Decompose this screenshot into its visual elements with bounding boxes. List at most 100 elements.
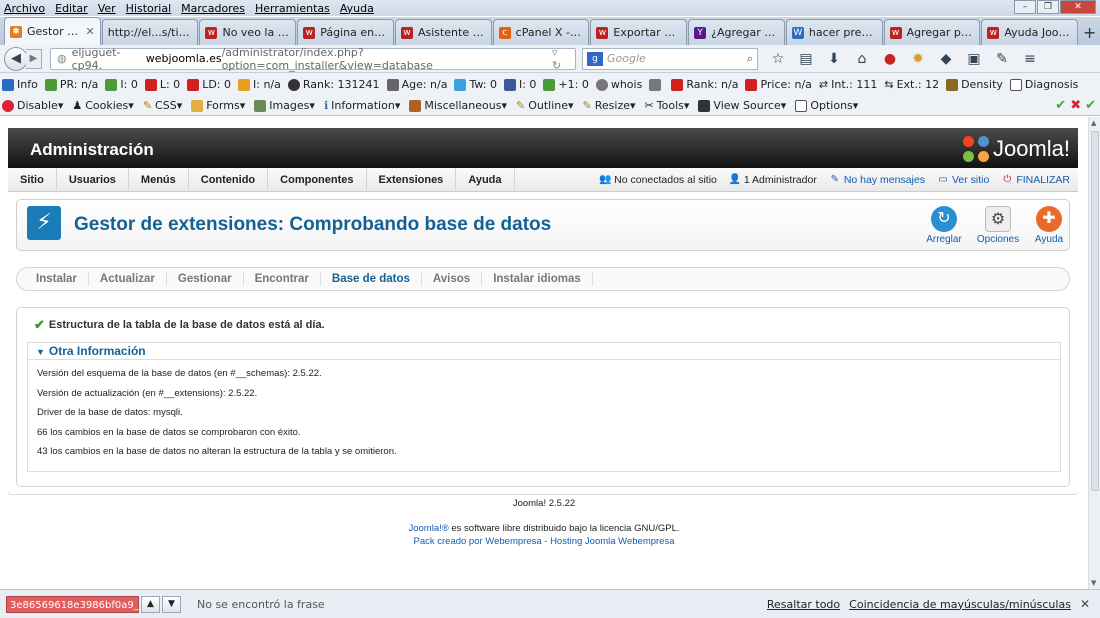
tab-4[interactable]: w Asistente Virt... bbox=[394, 19, 492, 45]
menu-icon[interactable]: ≡ bbox=[1018, 51, 1042, 67]
search-box[interactable]: g Google ⌕ bbox=[582, 47, 758, 70]
minimize-icon[interactable]: – bbox=[1014, 0, 1036, 14]
admin-menu-usuarios[interactable]: Usuarios bbox=[57, 167, 129, 192]
fix-button[interactable]: ↻ Arreglar bbox=[920, 206, 968, 245]
subtab-encontrar[interactable]: Encontrar bbox=[244, 272, 321, 286]
warning-check-icon[interactable]: ✔ bbox=[1085, 98, 1096, 113]
tab-3[interactable]: w Página en bl... bbox=[297, 19, 394, 45]
admin-menu-contenido[interactable]: Contenido bbox=[189, 167, 269, 192]
menu-archivo[interactable]: Archivo bbox=[4, 2, 45, 15]
wd-information[interactable]: ℹ Information ▾ bbox=[324, 99, 400, 112]
bookmarks-icon[interactable]: ▤ bbox=[794, 51, 818, 67]
evernote-icon[interactable]: ▣ bbox=[962, 51, 986, 67]
maximize-icon[interactable]: ❐ bbox=[1037, 0, 1059, 14]
match-case-button[interactable]: Coincidencia de mayúsculas/minúsculas bbox=[849, 598, 1071, 611]
admin-menu-extensiones[interactable]: Extensiones bbox=[367, 167, 457, 192]
wd-forms[interactable]: Forms ▾ bbox=[191, 99, 245, 112]
tab-10[interactable]: w Ayuda Joomla... bbox=[981, 19, 1079, 45]
view-site-link[interactable]: ▭ Ver sitio bbox=[937, 174, 989, 186]
scroll-down-icon[interactable]: ▼ bbox=[1091, 579, 1096, 587]
seo-item-ld[interactable]: LD: 0 bbox=[187, 78, 231, 91]
subtab-avisos[interactable]: Avisos bbox=[422, 272, 483, 286]
joomla-link[interactable]: Joomla!® bbox=[408, 523, 448, 534]
admin-menu-componentes[interactable]: Componentes bbox=[268, 167, 367, 192]
scroll-up-icon[interactable]: ▲ bbox=[1091, 119, 1096, 127]
seo-item-plusone[interactable]: +1: 0 bbox=[543, 78, 589, 91]
error-icon[interactable]: ✖ bbox=[1070, 98, 1081, 113]
seo-item-density[interactable]: Density bbox=[946, 78, 1003, 91]
tab-7[interactable]: Y ¿Agregar text... bbox=[688, 19, 785, 45]
seo-item-internal[interactable]: ⇄ Int.: 111 bbox=[819, 78, 877, 91]
admin-menu-sitio[interactable]: Sitio bbox=[8, 167, 57, 192]
menu-herramientas[interactable]: Herramientas bbox=[255, 2, 330, 15]
seo-item-rank[interactable]: Rank: 131241 bbox=[287, 78, 380, 91]
help-button[interactable]: ✚ Ayuda bbox=[1025, 206, 1073, 245]
tab-1[interactable]: http://el...s/tienda bbox=[101, 19, 199, 45]
menu-historial[interactable]: Historial bbox=[126, 2, 171, 15]
find-next-icon[interactable]: ▼ bbox=[162, 595, 181, 613]
addon-icon[interactable]: ◆ bbox=[934, 51, 958, 67]
seo-item-info[interactable]: Info bbox=[2, 78, 38, 91]
subtab-instalar-idiomas[interactable]: Instalar idiomas bbox=[482, 272, 593, 286]
seo-item-facebook[interactable]: I: 0 bbox=[503, 78, 536, 91]
menu-ver[interactable]: Ver bbox=[98, 2, 116, 15]
scroll-thumb[interactable] bbox=[1091, 131, 1099, 491]
adblock-icon[interactable]: ● bbox=[878, 51, 902, 67]
wd-tools[interactable]: ✂ Tools ▾ bbox=[645, 99, 690, 112]
download-icon[interactable]: ⬇ bbox=[822, 51, 846, 67]
home-icon[interactable]: ⌂ bbox=[850, 51, 874, 67]
tab-9[interactable]: w Agregar prefi... bbox=[883, 19, 981, 45]
other-info-toggle[interactable]: ▼ Otra Información bbox=[28, 343, 1060, 360]
tab-5[interactable]: c cPanel X - Lo... bbox=[492, 19, 590, 45]
seo-item-twitter[interactable]: Tw: 0 bbox=[454, 78, 497, 91]
wd-disable[interactable]: Disable ▾ bbox=[2, 99, 63, 112]
seo-item-age[interactable]: Age: n/a bbox=[386, 78, 447, 91]
menu-marcadores[interactable]: Marcadores bbox=[181, 2, 245, 15]
search-icon[interactable]: ⌕ bbox=[747, 52, 753, 66]
tab-0[interactable]: ✱ Gestor de... ✕ bbox=[4, 17, 101, 45]
seo-item-whois[interactable]: whois bbox=[595, 78, 642, 91]
wd-css[interactable]: ✎ CSS ▾ bbox=[143, 99, 182, 112]
wd-outline[interactable]: ✎ Outline ▾ bbox=[516, 99, 574, 112]
tab-8[interactable]: W hacer prefijo ... bbox=[785, 19, 883, 45]
bookmark-star-icon[interactable]: ☆ bbox=[766, 51, 790, 67]
tab-2[interactable]: w No veo la tie... bbox=[199, 19, 297, 45]
wd-misc[interactable]: Miscellaneous ▾ bbox=[409, 99, 507, 112]
subtab-base-de-datos[interactable]: Base de datos bbox=[321, 272, 422, 286]
seo-item-bing[interactable]: I: n/a bbox=[238, 78, 281, 91]
webempresa-link[interactable]: Pack creado por Webempresa - Hosting Joo… bbox=[413, 536, 674, 547]
find-input[interactable]: 3e86569618e3986bf0a9_1.png bbox=[6, 595, 167, 613]
forward-icon[interactable]: ▶ bbox=[26, 48, 42, 69]
highlight-all-button[interactable]: Resaltar todo bbox=[767, 598, 840, 611]
seo-item-pr[interactable]: PR: n/a bbox=[44, 78, 98, 91]
wd-viewsource[interactable]: View Source ▾ bbox=[698, 99, 786, 112]
options-button[interactable]: ⚙ Opciones bbox=[974, 206, 1022, 245]
wd-resize[interactable]: ✎ Resize ▾ bbox=[583, 99, 636, 112]
seo-item-diagnosis[interactable]: Diagnosis bbox=[1009, 78, 1078, 91]
seo-item-l[interactable]: L: 0 bbox=[144, 78, 180, 91]
menu-editar[interactable]: Editar bbox=[55, 2, 88, 15]
tab-6[interactable]: w Exportar pro... bbox=[590, 19, 688, 45]
url-bar[interactable]: ◍ eljuguet-cp94. webjoomla.es/administrat… bbox=[50, 46, 576, 72]
seo-item-cache[interactable] bbox=[649, 78, 664, 91]
admin-menu-ayuda[interactable]: Ayuda bbox=[456, 167, 515, 192]
checkmark-icon[interactable]: ✔ bbox=[1055, 98, 1066, 113]
seo-item-external[interactable]: ⇆ Ext.: 12 bbox=[884, 78, 939, 91]
wd-options[interactable]: Options ▾ bbox=[795, 99, 858, 112]
gear-icon[interactable]: ✹ bbox=[906, 51, 930, 67]
new-tab-icon[interactable]: + bbox=[1079, 23, 1100, 45]
admin-menu-menus[interactable]: Menús bbox=[129, 167, 189, 192]
seo-item-semrush-rank[interactable]: Rank: n/a bbox=[671, 78, 738, 91]
subtab-actualizar[interactable]: Actualizar bbox=[89, 272, 167, 286]
seo-item-i[interactable]: I: 0 bbox=[105, 78, 138, 91]
back-icon[interactable]: ◀ bbox=[4, 46, 28, 71]
close-find-icon[interactable]: ✕ bbox=[1080, 597, 1090, 611]
subtab-instalar[interactable]: Instalar bbox=[25, 272, 89, 286]
extension-icon[interactable]: ✎ bbox=[990, 51, 1014, 67]
menu-ayuda[interactable]: Ayuda bbox=[340, 2, 374, 15]
logout-link[interactable]: ⏻ FINALIZAR bbox=[1001, 174, 1070, 186]
close-tab-icon[interactable]: ✕ bbox=[86, 25, 95, 38]
wd-images[interactable]: Images ▾ bbox=[254, 99, 315, 112]
close-window-icon[interactable]: ✕ bbox=[1060, 0, 1096, 14]
wd-cookies[interactable]: ♟ Cookies ▾ bbox=[72, 99, 133, 112]
